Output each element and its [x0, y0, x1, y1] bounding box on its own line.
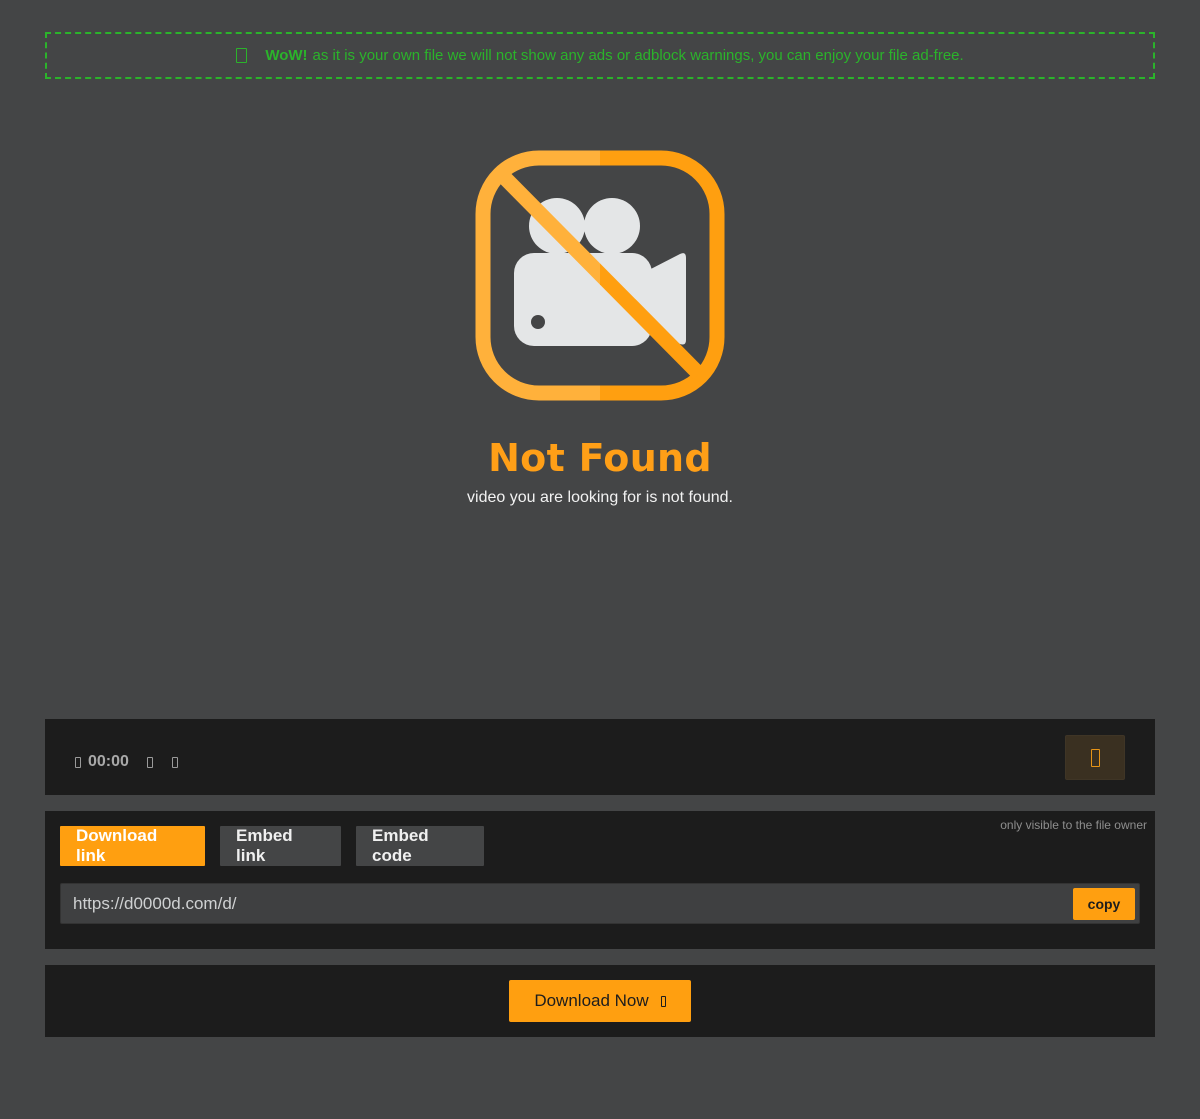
fullscreen-icon — [1090, 748, 1100, 767]
download-now-button[interactable]: Download Now — [509, 980, 691, 1022]
not-found-subtitle: video you are looking for is not found. — [467, 489, 733, 506]
volume-icon[interactable] — [147, 757, 153, 768]
tab-download-link[interactable]: Download link — [60, 826, 205, 866]
download-panel: Download Now — [45, 965, 1155, 1037]
ad-free-notice: WoW! as it is your own file we will not … — [45, 32, 1155, 79]
time-display: 00:00 — [88, 753, 129, 770]
tab-embed-code[interactable]: Embed code — [356, 826, 484, 866]
share-link-input[interactable] — [61, 884, 1073, 923]
not-found-title: Not Found — [488, 436, 712, 480]
player-controls: 00:00 — [45, 719, 1155, 795]
settings-icon[interactable] — [172, 757, 178, 768]
info-icon — [236, 48, 248, 63]
download-icon — [660, 995, 666, 1007]
notice-highlight: WoW! — [265, 47, 308, 64]
notice-message: as it is your own file we will not show … — [312, 47, 964, 64]
share-panel: only visible to the file owner Download … — [45, 811, 1155, 949]
copy-button[interactable]: copy — [1073, 887, 1135, 920]
download-now-label: Download Now — [534, 991, 649, 1010]
video-not-found-icon — [475, 150, 725, 401]
play-icon[interactable] — [75, 757, 81, 768]
fullscreen-button[interactable] — [1065, 735, 1125, 780]
tab-embed-link[interactable]: Embed link — [220, 826, 341, 866]
page: WoW! as it is your own file we will not … — [0, 0, 1200, 1119]
link-field: copy — [60, 883, 1140, 924]
owner-note: only visible to the file owner — [1000, 818, 1147, 832]
